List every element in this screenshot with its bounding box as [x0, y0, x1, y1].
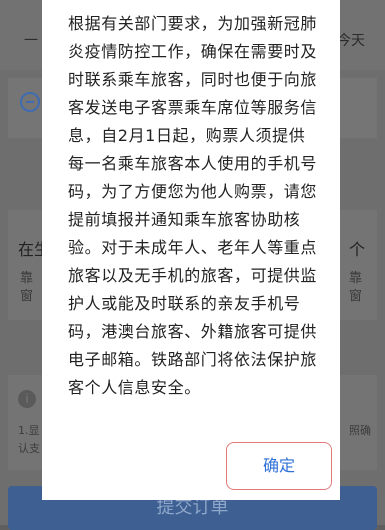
background-date-today: 今天 [337, 33, 365, 49]
background-date-prev: 一 [24, 33, 38, 49]
background-note-right: 照确 [349, 424, 371, 437]
info-icon: i [18, 390, 36, 408]
confirm-button[interactable]: 确定 [226, 442, 332, 490]
background-seat-count: 个 [348, 240, 365, 259]
background-note-left: 1.显 认支 [18, 424, 40, 455]
background-window-seat-right: 靠窗 [349, 271, 363, 304]
background-window-seat-left: 靠窗 [20, 271, 34, 304]
notice-text: 根据有关部门要求，为加强新冠肺炎疫情防控工作，确保在需要时及时联系乘车旅客，同时… [68, 14, 318, 397]
remove-passenger-icon [20, 92, 40, 112]
notice-dialog: 根据有关部门要求，为加强新冠肺炎疫情防控工作，确保在需要时及时联系乘车旅客，同时… [42, 0, 340, 500]
